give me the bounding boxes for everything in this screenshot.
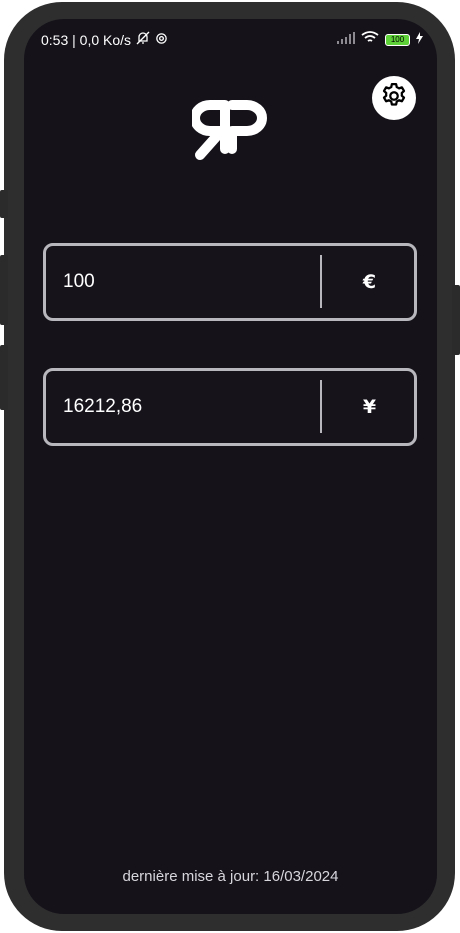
target-amount-input[interactable]: 16212,86 <box>63 371 142 443</box>
side-button <box>0 255 8 325</box>
source-amount-input[interactable]: 100 <box>63 246 95 318</box>
signal-icon <box>337 31 355 48</box>
side-button <box>0 190 8 218</box>
battery-icon: 100 <box>385 33 410 46</box>
target-currency-selector[interactable]: ¥ <box>322 371 417 443</box>
bell-off-icon <box>136 31 150 48</box>
app-screen: 0:53 | 0,0 Ko/s 100 100 € 16212,86 ¥ der… <box>24 19 437 914</box>
target-amount-field[interactable]: 16212,86 ¥ <box>43 368 417 446</box>
status-left: 0:53 | 0,0 Ko/s <box>41 31 168 48</box>
gear-small-icon <box>155 32 168 48</box>
side-button <box>0 345 8 410</box>
source-amount-field[interactable]: 100 € <box>43 243 417 321</box>
side-button <box>452 285 460 355</box>
last-update-text: dernière mise à jour: 16/03/2024 <box>122 868 339 885</box>
status-bar: 0:53 | 0,0 Ko/s 100 <box>24 19 437 61</box>
wifi-icon <box>361 31 379 48</box>
app-logo <box>190 97 272 165</box>
gear-icon <box>379 81 409 115</box>
status-time-speed: 0:53 | 0,0 Ko/s <box>41 31 132 48</box>
settings-button[interactable] <box>372 76 416 120</box>
source-currency-selector[interactable]: € <box>322 246 417 318</box>
status-right: 100 <box>337 31 423 48</box>
charging-icon <box>416 31 423 48</box>
